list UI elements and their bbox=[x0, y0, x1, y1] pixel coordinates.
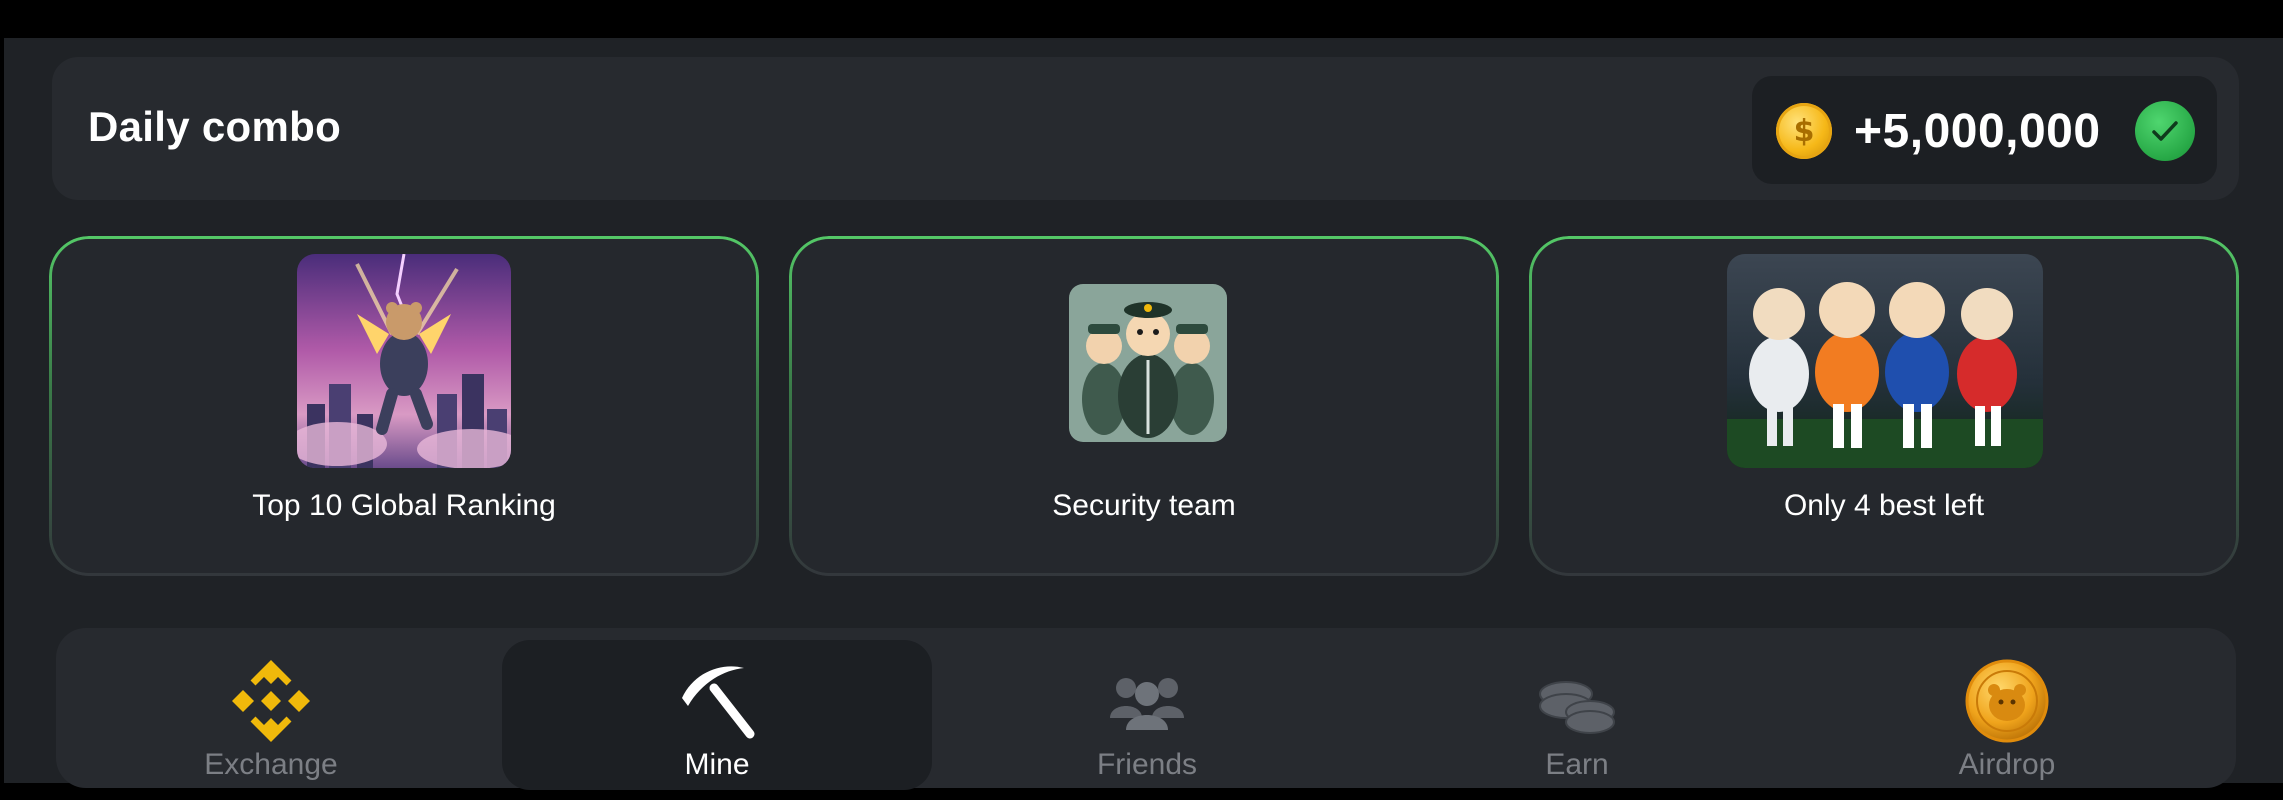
bottom-navigation: Exchange Mine Friends Earn Airdrop bbox=[56, 628, 2236, 790]
check-icon bbox=[2135, 101, 2195, 161]
card-label: Security team bbox=[1052, 489, 1236, 522]
card-label: Top 10 Global Ranking bbox=[252, 489, 556, 522]
hamster-football-players-image bbox=[1727, 254, 2043, 468]
daily-combo-title: Daily combo bbox=[88, 103, 342, 150]
combo-card-top-10-global-ranking[interactable]: Top 10 Global Ranking bbox=[49, 236, 759, 576]
daily-combo-header: Daily combo $ +5,000,000 bbox=[52, 57, 2239, 200]
friends-icon bbox=[1102, 656, 1192, 746]
hamster-astronaut-image bbox=[297, 254, 511, 468]
combo-card-security-team[interactable]: Security team bbox=[789, 236, 1499, 576]
nav-label: Exchange bbox=[204, 748, 338, 781]
nav-item-exchange[interactable]: Exchange bbox=[56, 628, 486, 788]
nav-item-earn[interactable]: Earn bbox=[1362, 628, 1792, 788]
pickaxe-icon bbox=[672, 656, 762, 746]
card-label: Only 4 best left bbox=[1783, 489, 1985, 522]
hamster-coin-icon bbox=[1962, 656, 2052, 746]
nav-item-airdrop[interactable]: Airdrop bbox=[1792, 628, 2222, 788]
binance-icon bbox=[226, 656, 316, 746]
combo-reward: $ +5,000,000 bbox=[1752, 76, 2217, 184]
app-screen: Daily combo $ +5,000,000 Top 10 Global R… bbox=[4, 38, 2283, 790]
nav-label: Airdrop bbox=[1958, 748, 2056, 781]
nav-label: Earn bbox=[1545, 748, 1609, 781]
hamster-security-team-image bbox=[1069, 284, 1227, 442]
coins-icon bbox=[1532, 656, 1622, 746]
nav-item-mine[interactable]: Mine bbox=[502, 628, 932, 790]
combo-card-only-4-best-left[interactable]: Only 4 best left bbox=[1529, 236, 2239, 576]
nav-item-friends[interactable]: Friends bbox=[932, 628, 1362, 788]
coin-icon: $ bbox=[1776, 103, 1832, 159]
reward-amount: +5,000,000 bbox=[1854, 105, 2101, 158]
nav-label: Mine bbox=[684, 748, 750, 781]
nav-label: Friends bbox=[1096, 748, 1198, 781]
